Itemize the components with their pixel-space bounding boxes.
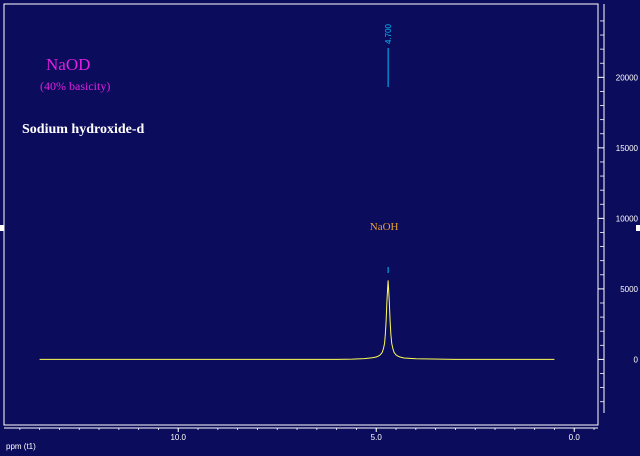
nmr-spectrum-window: NaOD (40% basicity) Sodium hydroxide-d 1… xyxy=(0,0,640,456)
plot-background xyxy=(0,0,640,456)
right-resize-handle[interactable] xyxy=(636,225,640,231)
compound-name: Sodium hydroxide-d xyxy=(22,122,144,137)
x-axis-label: ppm (t1) xyxy=(6,442,36,451)
nmr-spectrum-chart: NaOD (40% basicity) Sodium hydroxide-d 1… xyxy=(0,0,640,456)
y-tick-label: 10000 xyxy=(616,214,639,223)
spectrum-subtitle: (40% basicity) xyxy=(40,79,110,93)
left-resize-handle[interactable] xyxy=(0,225,4,231)
y-tick-label: 15000 xyxy=(616,144,639,153)
annotations: NaOH xyxy=(370,221,399,233)
spectrum-title: NaOD xyxy=(46,55,90,74)
peak-annotation: NaOH xyxy=(370,221,399,233)
y-tick-label: 5000 xyxy=(620,285,638,294)
y-tick-label: 0 xyxy=(634,355,639,364)
x-tick-label: 10.0 xyxy=(170,433,186,442)
y-tick-label: 20000 xyxy=(616,73,639,82)
x-tick-label: 0.0 xyxy=(569,433,581,442)
x-tick-label: 5.0 xyxy=(371,433,383,442)
peak-value-label: 4.700 xyxy=(384,23,393,44)
